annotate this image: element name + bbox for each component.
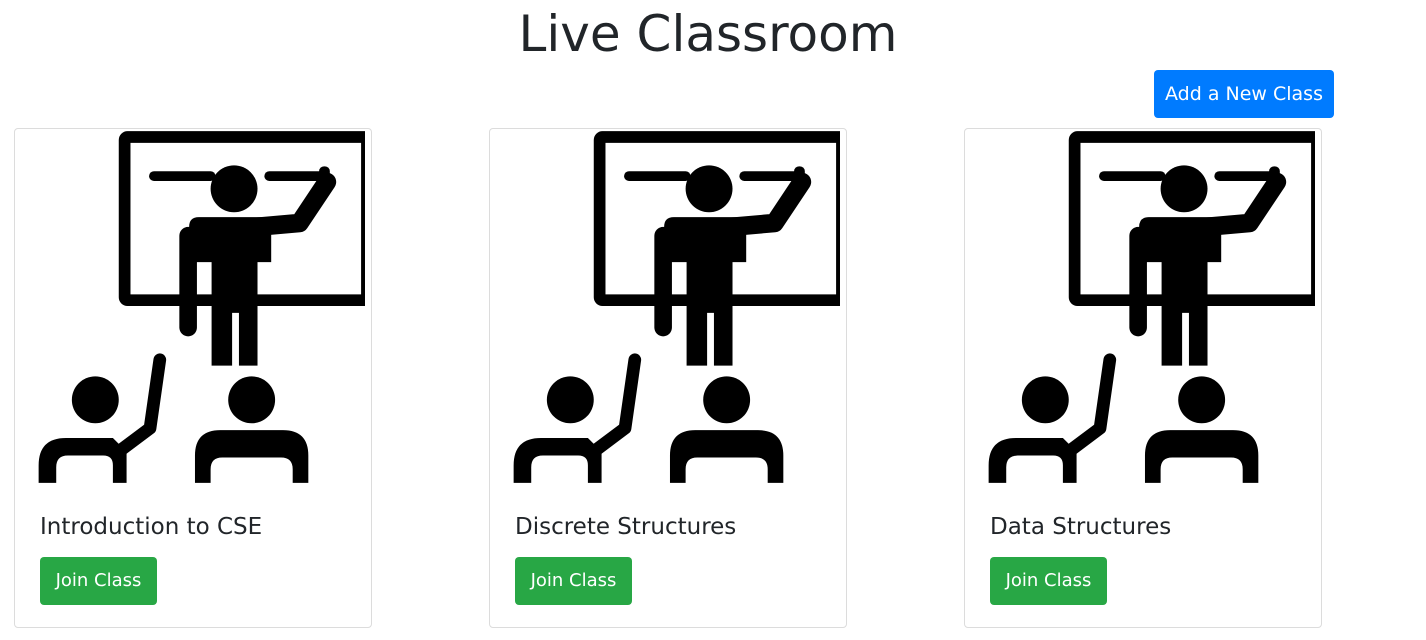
class-title: Discrete Structures [515,514,737,540]
class-card: Discrete Structures Join Class [489,128,847,628]
class-title: Data Structures [990,514,1172,540]
teacher-classroom-icon [23,129,365,487]
class-card: Data Structures Join Class [964,128,1322,628]
join-class-button[interactable]: Join Class [990,557,1107,605]
class-card: Introduction to CSE Join Class [14,128,372,628]
join-class-button[interactable]: Join Class [40,557,157,605]
teacher-classroom-icon [973,129,1315,487]
teacher-classroom-icon [498,129,840,487]
add-new-class-button[interactable]: Add a New Class [1154,70,1334,118]
class-title: Introduction to CSE [40,514,263,540]
page-title: Live Classroom [518,5,898,63]
join-class-button[interactable]: Join Class [515,557,632,605]
